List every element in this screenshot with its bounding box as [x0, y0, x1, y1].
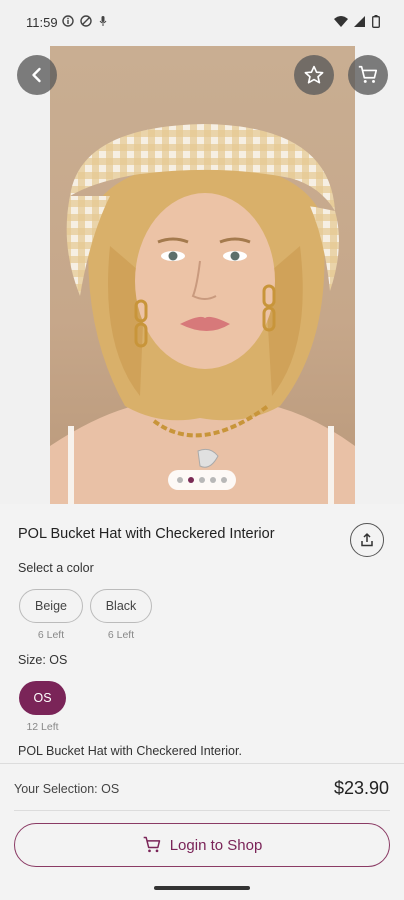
status-icons-left: [62, 15, 108, 27]
login-to-shop-label: Login to Shop: [169, 836, 263, 854]
size-option-os[interactable]: OS: [19, 681, 66, 715]
share-button[interactable]: [350, 523, 384, 557]
login-to-shop-button[interactable]: Login to Shop: [14, 823, 390, 867]
status-icons-right: [334, 15, 380, 28]
info-circle-icon: [62, 15, 74, 27]
pager-dot[interactable]: [221, 477, 227, 483]
mic-icon: [99, 16, 107, 26]
pager-dot[interactable]: [210, 477, 216, 483]
product-image[interactable]: [50, 46, 355, 504]
pager-dot[interactable]: [199, 477, 205, 483]
color-option-beige[interactable]: Beige: [19, 589, 83, 623]
home-indicator[interactable]: [154, 886, 250, 890]
back-button[interactable]: [17, 55, 57, 95]
image-pager[interactable]: [168, 470, 236, 490]
share-icon: [361, 533, 373, 547]
pager-dot-active[interactable]: [188, 477, 194, 483]
status-bar: 11:59: [0, 0, 404, 44]
wifi-icon: [334, 15, 348, 27]
color-option-black[interactable]: Black: [90, 589, 152, 623]
cart-icon: [358, 65, 378, 83]
signal-icon: [354, 15, 365, 27]
divider: [0, 763, 404, 764]
size-stock-os: 12 Left: [26, 721, 59, 733]
divider: [14, 810, 390, 811]
favorite-button[interactable]: [294, 55, 334, 95]
battery-icon: [372, 15, 380, 28]
pager-dot[interactable]: [177, 477, 183, 483]
color-label: Select a color: [18, 561, 94, 575]
color-stock-black: 6 Left: [107, 629, 135, 641]
do-not-disturb-icon: [80, 15, 92, 27]
status-time: 11:59: [26, 15, 58, 30]
star-icon: [304, 65, 324, 84]
model-photo: [50, 124, 355, 504]
size-label: Size: OS: [18, 653, 68, 667]
cart-button[interactable]: [348, 55, 388, 95]
price: $23.90: [333, 778, 389, 798]
cart-icon: [143, 836, 160, 853]
color-stock-beige: 6 Left: [37, 629, 65, 641]
product-title: POL Bucket Hat with Checkered Interior: [18, 526, 275, 542]
selection-summary: Your Selection: OS: [14, 782, 120, 796]
product-description: POL Bucket Hat with Checkered Interior.: [18, 744, 242, 758]
back-arrow-icon: [32, 67, 41, 83]
